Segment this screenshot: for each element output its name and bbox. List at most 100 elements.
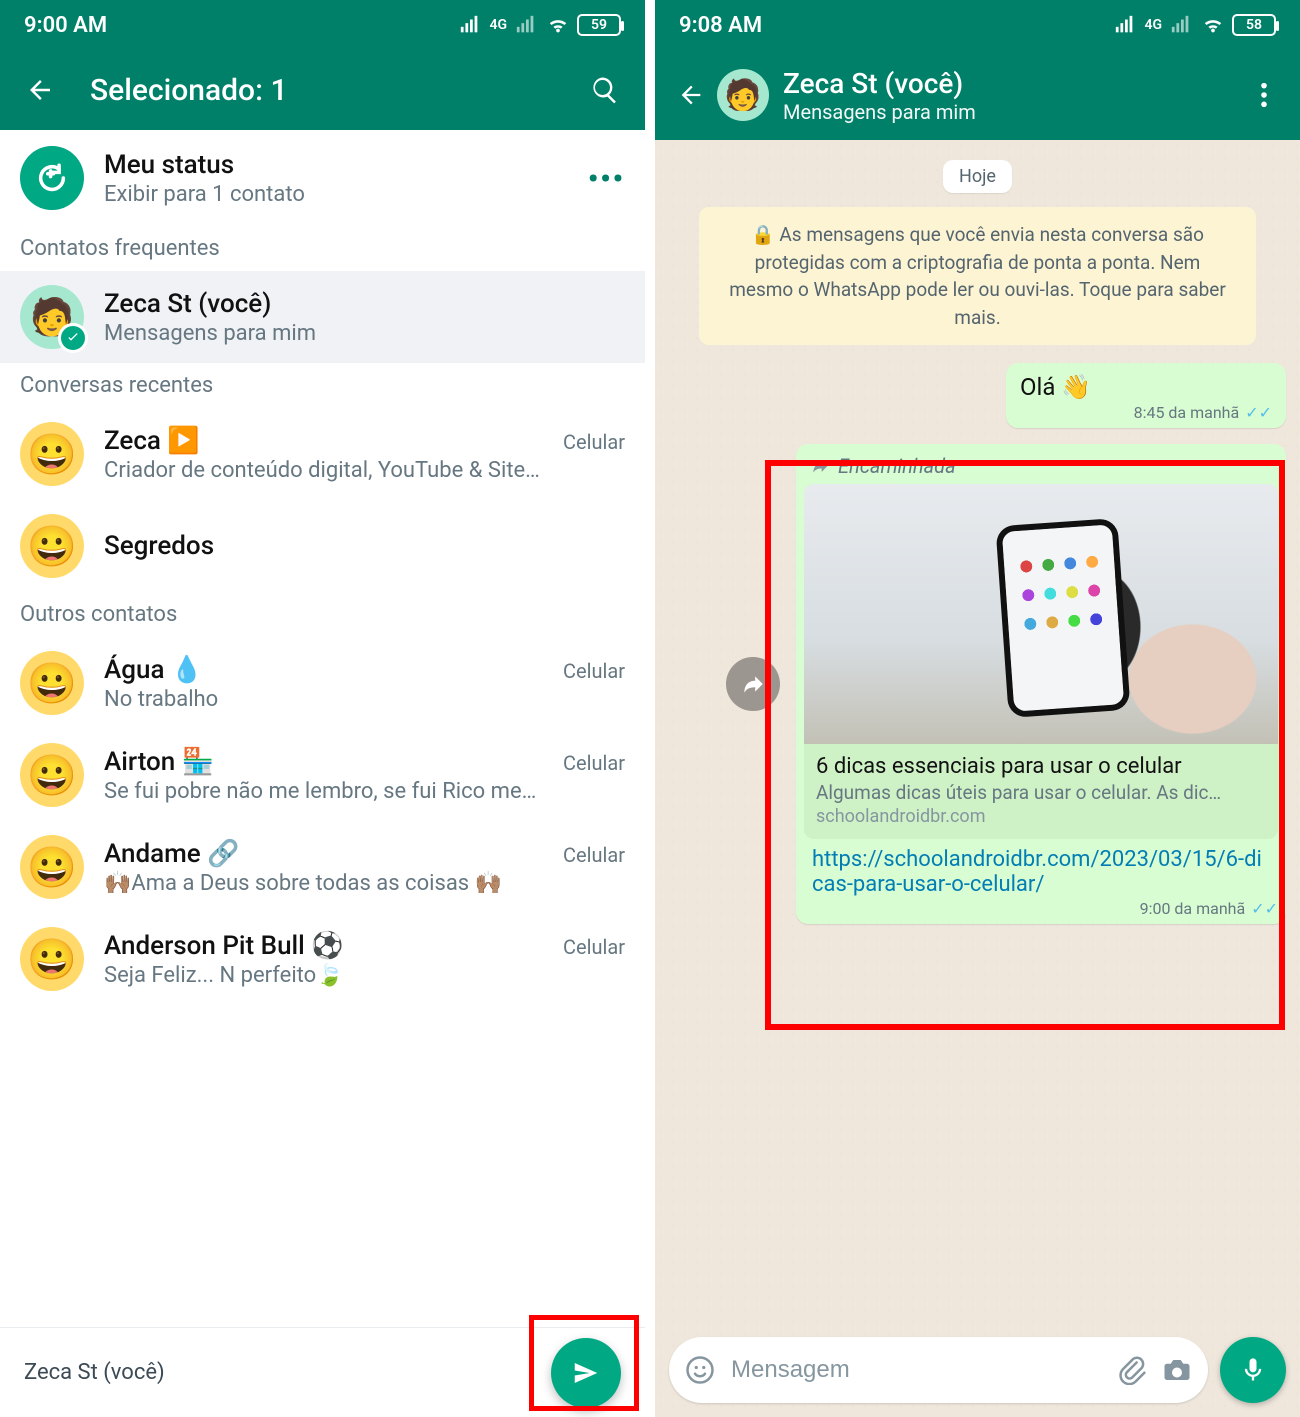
link-title: 6 dicas essenciais para usar o celular bbox=[816, 754, 1266, 779]
chat-menu-button[interactable] bbox=[1244, 75, 1284, 115]
arrow-left-icon bbox=[677, 81, 705, 109]
my-status-row[interactable]: Meu status Exibir para 1 contato ••• bbox=[0, 130, 645, 226]
signal2-icon bbox=[513, 14, 539, 36]
forward-arrow-icon bbox=[740, 671, 766, 697]
chat-title-block[interactable]: Zeca St (você) Mensagens para mim bbox=[783, 67, 976, 124]
signal2-icon bbox=[1168, 14, 1194, 36]
status-time: 9:00 AM bbox=[24, 13, 107, 38]
contact-name: Zeca ▶️ bbox=[104, 426, 200, 456]
back-button[interactable] bbox=[671, 75, 711, 115]
contact-name: Airton 🏪 bbox=[104, 747, 214, 777]
contact-row[interactable]: 😀 Água 💧 Celular No trabalho bbox=[0, 637, 645, 729]
phone-left-contact-picker: 9:00 AM 4G 59 Selecionado: 1 Meu status bbox=[0, 0, 645, 1417]
contact-name: Segredos bbox=[104, 531, 214, 561]
arrow-left-icon bbox=[25, 75, 55, 105]
read-ticks-icon: ✓✓ bbox=[1245, 403, 1272, 422]
contact-name: Zeca St (você) bbox=[104, 289, 271, 319]
read-ticks-icon: ✓✓ bbox=[1251, 899, 1278, 918]
avatar: 😀 bbox=[20, 835, 84, 899]
contact-row[interactable]: 😀 Airton 🏪 Celular Se fui pobre não me l… bbox=[0, 729, 645, 821]
message-outgoing[interactable]: Olá 👋 8:45 da manhã ✓✓ bbox=[1006, 363, 1286, 428]
statusbar: 9:00 AM 4G 59 bbox=[0, 0, 645, 50]
contact-sub: Se fui pobre não me lembro, se fui Rico … bbox=[104, 779, 625, 804]
contact-sub: No trabalho bbox=[104, 687, 625, 712]
chat-sub: Mensagens para mim bbox=[783, 100, 976, 124]
chat-body[interactable]: Hoje 🔒 As mensagens que você envia nesta… bbox=[655, 140, 1300, 1417]
wifi-icon bbox=[545, 14, 571, 36]
avatar: 😀 bbox=[20, 743, 84, 807]
contact-self[interactable]: 🧑 Zeca St (você) Mensagens para mim bbox=[0, 271, 645, 363]
link-preview[interactable]: 6 dicas essenciais para usar o celular A… bbox=[804, 484, 1278, 839]
message-text: Olá 👋 bbox=[1020, 373, 1272, 401]
forwarded-label: Encaminhada bbox=[838, 454, 956, 478]
status-icons: 4G 58 bbox=[1112, 14, 1276, 36]
contact-sub: Seja Feliz... N perfeito🍃 bbox=[104, 963, 625, 988]
network-4g-label: 4G bbox=[489, 17, 507, 33]
contact-row[interactable]: 😀 Anderson Pit Bull ⚽ Celular Seja Feliz… bbox=[0, 913, 645, 1005]
contact-sub: Mensagens para mim bbox=[104, 321, 625, 346]
avatar: 😀 bbox=[20, 422, 84, 486]
battery-icon: 58 bbox=[1232, 14, 1276, 36]
mic-icon bbox=[1239, 1356, 1267, 1384]
contact-row[interactable]: 😀 Zeca ▶️ Celular Criador de conteúdo di… bbox=[0, 408, 645, 500]
camera-icon[interactable] bbox=[1162, 1355, 1192, 1385]
search-button[interactable] bbox=[585, 70, 625, 110]
message-input[interactable] bbox=[731, 1356, 1100, 1384]
contact-name: Andame 🔗 bbox=[104, 839, 240, 869]
link-url[interactable]: https://schoolandroidbr.com/2023/03/15/6… bbox=[804, 839, 1278, 897]
my-status-sub: Exibir para 1 contato bbox=[104, 182, 305, 207]
contact-sub: 🙌🏽Ama a Deus sobre todas as coisas 🙌🏽 bbox=[104, 871, 625, 896]
status-icons: 4G 59 bbox=[457, 14, 621, 36]
selection-header: Selecionado: 1 bbox=[0, 50, 645, 130]
contact-row[interactable]: 😀 Segredos bbox=[0, 500, 645, 592]
statusbar: 9:08 AM 4G 58 bbox=[655, 0, 1300, 50]
contact-name: Anderson Pit Bull ⚽ bbox=[104, 931, 344, 961]
avatar: 😀 bbox=[20, 927, 84, 991]
message-input-pill bbox=[669, 1337, 1208, 1403]
mic-button[interactable] bbox=[1220, 1337, 1286, 1403]
send-fab[interactable] bbox=[551, 1338, 621, 1408]
contact-tag: Celular bbox=[563, 430, 625, 454]
chat-name: Zeca St (você) bbox=[783, 67, 976, 100]
contact-tag: Celular bbox=[563, 843, 625, 867]
message-link-card[interactable]: Encaminhada 6 dicas essenciais para usar… bbox=[796, 444, 1286, 924]
chat-header: 🧑 Zeca St (você) Mensagens para mim bbox=[655, 50, 1300, 140]
my-status-menu[interactable]: ••• bbox=[588, 162, 625, 195]
back-button[interactable] bbox=[20, 70, 60, 110]
contact-tag: Celular bbox=[563, 751, 625, 775]
phone-right-chat: 9:08 AM 4G 58 🧑 Zeca St (você) Mensagens… bbox=[655, 0, 1300, 1417]
chat-avatar[interactable]: 🧑 bbox=[717, 69, 769, 121]
network-4g-label: 4G bbox=[1144, 17, 1162, 33]
kebab-icon bbox=[1260, 81, 1268, 109]
chat-input-bar bbox=[669, 1337, 1286, 1403]
attach-icon[interactable] bbox=[1116, 1355, 1146, 1385]
link-domain: schoolandroidbr.com bbox=[816, 806, 1266, 827]
link-description: Algumas dicas úteis para usar o celular.… bbox=[816, 781, 1266, 804]
contact-row[interactable]: 😀 Andame 🔗 Celular 🙌🏽Ama a Deus sobre to… bbox=[0, 821, 645, 913]
search-icon bbox=[590, 75, 620, 105]
selection-bottom-bar: Zeca St (você) bbox=[0, 1327, 645, 1417]
forward-button[interactable] bbox=[726, 657, 780, 711]
emoji-icon[interactable] bbox=[685, 1355, 715, 1385]
contact-sub: Criador de conteúdo digital, YouTube & S… bbox=[104, 458, 625, 483]
contact-name: Água 💧 bbox=[104, 655, 203, 685]
my-status-title: Meu status bbox=[104, 150, 305, 180]
avatar: 😀 bbox=[20, 514, 84, 578]
encryption-notice[interactable]: 🔒 As mensagens que você envia nesta conv… bbox=[699, 207, 1256, 345]
avatar: 🧑 bbox=[20, 285, 84, 349]
section-recent: Conversas recentes bbox=[0, 363, 645, 408]
status-avatar bbox=[20, 146, 84, 210]
send-icon bbox=[571, 1358, 601, 1388]
contact-tag: Celular bbox=[563, 659, 625, 683]
battery-icon: 59 bbox=[577, 14, 621, 36]
message-time: 8:45 da manhã bbox=[1134, 403, 1240, 422]
date-pill: Hoje bbox=[943, 160, 1012, 193]
signal-icon bbox=[457, 14, 483, 36]
message-time: 9:00 da manhã bbox=[1140, 899, 1246, 918]
signal-icon bbox=[1112, 14, 1138, 36]
contact-tag: Celular bbox=[563, 935, 625, 959]
section-others: Outros contatos bbox=[0, 592, 645, 637]
refresh-plus-icon bbox=[35, 161, 69, 195]
wifi-icon bbox=[1200, 14, 1226, 36]
link-preview-image bbox=[804, 484, 1278, 744]
